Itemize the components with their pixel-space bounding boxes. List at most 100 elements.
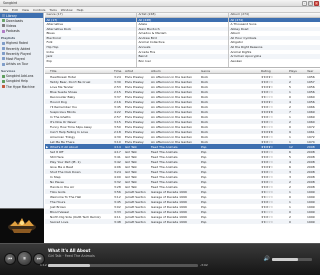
column-header-artist[interactable]: Artist xyxy=(124,69,150,73)
track-plays: 0 xyxy=(289,194,291,199)
menu-file[interactable]: File xyxy=(3,8,8,12)
volume-slider[interactable] xyxy=(272,258,312,261)
menu-tools[interactable]: Tools xyxy=(49,8,56,12)
menu-view[interactable]: View xyxy=(22,8,29,12)
column-header-plays[interactable]: Plays xyxy=(288,69,306,73)
track-row[interactable]: Just Brown 3:02 Jarrett Sexton Garage of De… xyxy=(45,204,320,209)
maximize-button[interactable]: □ xyxy=(308,1,313,6)
track-rating[interactable]: ★★★☆☆ xyxy=(260,115,288,119)
track-year: 2008 xyxy=(307,169,315,174)
track-rating[interactable]: ★★★★☆ xyxy=(260,75,288,79)
track-rating[interactable]: ★★☆☆☆ xyxy=(260,125,288,129)
track-rating[interactable]: ★★★★★ xyxy=(260,130,288,134)
track-rating[interactable]: ★★★★★ xyxy=(260,110,288,114)
track-row[interactable]: American Trilogy 4:30 Elvis Presley An Afte… xyxy=(45,134,320,139)
track-rating[interactable]: ★★☆☆☆ xyxy=(260,210,288,214)
track-rating[interactable]: ★★★☆☆ xyxy=(260,155,288,159)
track-row[interactable]: North Dig Side (OutR Tech Remix) 4:11 Jarr… xyxy=(45,214,320,219)
menu-help[interactable]: Help xyxy=(77,8,84,12)
track-row[interactable]: Blue Suede Shoes 2:15 Elvis Presley An Afte… xyxy=(45,89,320,94)
track-row[interactable]: Still Here 3:41 Girl Talk Feed The Animals P… xyxy=(45,154,320,159)
menu-window[interactable]: Window xyxy=(61,8,73,12)
track-row[interactable]: Suspicious Minds 4:22 Elvis Presley An Afte… xyxy=(45,109,320,114)
track-rating[interactable]: ★★☆☆☆ xyxy=(260,95,288,99)
minimize-button[interactable]: – xyxy=(302,1,307,6)
column-header-genre[interactable]: Genre xyxy=(200,69,260,73)
album-list-item[interactable]: Awoken xyxy=(229,59,320,64)
close-button[interactable]: × xyxy=(314,1,319,6)
track-artist: Elvis Presley xyxy=(125,129,144,134)
track-album: Feed The Animals xyxy=(151,184,178,189)
column-header-time[interactable]: Time xyxy=(113,69,124,73)
genre-list-item[interactable]: Pop xyxy=(45,59,136,64)
track-row[interactable]: Let Me Be There 3:10 Elvis Presley An After… xyxy=(45,139,320,144)
column-header-rating[interactable]: Rating xyxy=(260,69,288,73)
track-rating[interactable]: ★★★★☆ xyxy=(260,100,288,104)
track-row[interactable]: Can't Help Falling In Love 2:18 Elvis Pres… xyxy=(45,129,320,134)
track-rating[interactable]: ★★★☆☆ xyxy=(260,105,288,109)
track-row[interactable]: Blood Vessel 3:33 Jarrett Sexton Garage of … xyxy=(45,209,320,214)
track-row[interactable]: Play Your Part (Pt. 1) 3:42 Girl Talk Feed … xyxy=(45,159,320,164)
track-row[interactable]: Reconsider Baby 3:37 Elvis Presley An After… xyxy=(45,94,320,99)
track-row[interactable]: Welcome To The Hall 3:12 Jarrett Sexton Gar… xyxy=(45,194,320,199)
album-pane[interactable]: Album (274) All (274) A Thousand Suns Abbe… xyxy=(229,13,320,67)
track-rating[interactable]: ★★★★☆ xyxy=(260,165,288,169)
track-row[interactable]: Shut The Club Down 3:24 Girl Talk Feed The … xyxy=(45,169,320,174)
track-rating[interactable]: ★★★☆☆ xyxy=(260,160,288,164)
sidebar-service-the-hype-machine[interactable]: The Hype Machine xyxy=(0,84,43,89)
track-row[interactable]: Give Me A Beat 4:06 Girl Talk Feed The Anim… xyxy=(45,164,320,169)
artist-pane[interactable]: Artist (248) All (248) Adele Alexi Murdoch… xyxy=(137,13,229,67)
previous-button[interactable]: ⏮ xyxy=(4,253,16,265)
track-rating[interactable]: ★★☆☆☆ xyxy=(260,190,288,194)
track-row[interactable]: Tilos Gods 3:56 Jarrett Sexton Garage of De… xyxy=(45,189,320,194)
track-row[interactable]: Sacred Love 3:48 Jarrett Sexton Garage of D… xyxy=(45,219,320,224)
menu-controls[interactable]: Controls xyxy=(33,8,45,12)
track-rating[interactable]: ★★★☆☆ xyxy=(260,140,288,144)
column-header-album[interactable]: Album xyxy=(150,69,200,73)
menu-edit[interactable]: Edit xyxy=(12,8,18,12)
track-row[interactable]: Funny How Time Slips Away 3:50 Elvis Presl… xyxy=(45,124,320,129)
next-icon: ⏭ xyxy=(36,256,42,262)
track-row[interactable]: I'll Remember You 3:45 Elvis Presley An Aft… xyxy=(45,104,320,109)
track-rating[interactable]: ★★★☆☆ xyxy=(260,180,288,184)
column-header-year[interactable]: Year xyxy=(306,69,320,73)
track-row[interactable]: It's Now Or Never 3:15 Elvis Presley An Aft… xyxy=(45,119,320,124)
track-rating[interactable]: ★★★☆☆ xyxy=(260,150,288,154)
genre-pane[interactable]: Genre (17) All (17) Alternative Alternativ… xyxy=(45,13,137,67)
track-rating[interactable]: ★★★☆☆ xyxy=(260,135,288,139)
track-row[interactable]: Teddy Bear, Don't Be Cruel 3:30 Elvis Pres… xyxy=(45,79,320,84)
track-genre: Pop xyxy=(201,219,207,224)
artist-list-item[interactable]: Bon Iver xyxy=(137,59,228,64)
track-row[interactable]: Hands in the Air 3:28 Girl Talk Feed The An… xyxy=(45,184,320,189)
track-row[interactable]: No Pause 3:32 Girl Talk Feed The Animals Pop… xyxy=(45,179,320,184)
track-rating[interactable]: ★★★☆☆ xyxy=(260,175,288,179)
track-rating[interactable]: ★★☆☆☆ xyxy=(260,220,288,224)
track-rating[interactable]: ★★★☆☆ xyxy=(260,120,288,124)
track-row[interactable]: Hound Dog 2:16 Elvis Presley An Afternoon i… xyxy=(45,99,320,104)
track-rating[interactable]: ★★★☆☆ xyxy=(260,170,288,174)
track-rating[interactable]: ★★★☆☆ xyxy=(260,200,288,204)
track-rating[interactable]: ★★★☆☆ xyxy=(260,215,288,219)
track-row[interactable]: The Hours 3:45 Jarrett Sexton Garage of Dec… xyxy=(45,199,320,204)
seek-bar[interactable] xyxy=(48,264,198,267)
volume-slider-fill xyxy=(272,258,298,261)
list-icon xyxy=(2,74,5,78)
play-pause-button[interactable]: ⏸ xyxy=(17,251,32,266)
track-rating[interactable]: ★★★☆☆ xyxy=(260,90,288,94)
track-row[interactable]: Set It Off 4:17 Girl Talk Feed The Animals P… xyxy=(45,149,320,154)
track-row[interactable]: Heartbreak Hotel 3:24 Elvis Presley An Afte… xyxy=(45,74,320,79)
track-rating[interactable]: ★★★★☆ xyxy=(260,85,288,89)
track-row[interactable]: In The Ghetto 2:57 Elvis Presley An Afterno… xyxy=(45,114,320,119)
track-rating[interactable]: ★★☆☆☆ xyxy=(260,195,288,199)
track-row[interactable]: Love Me Tender 2:53 Elvis Presley An Aftern… xyxy=(45,84,320,89)
track-rating[interactable]: ★★★★☆ xyxy=(260,145,288,149)
track-rating[interactable]: ★★★☆☆ xyxy=(260,205,288,209)
track-row[interactable]: In Step 4:00 Girl Talk Feed The Animals Pop ★… xyxy=(45,174,320,179)
track-rating[interactable]: ★★★☆☆ xyxy=(260,185,288,189)
track-rating[interactable]: ★★★☆☆ xyxy=(260,80,288,84)
elapsed-time: 1:12 xyxy=(40,263,47,267)
column-header-title[interactable]: Title xyxy=(49,69,113,73)
track-year: 2008 xyxy=(307,174,315,179)
track-time: 4:14 xyxy=(114,144,121,149)
track-row[interactable]: ▶ What's It All About 4:14 Girl Talk Feed Th… xyxy=(45,144,320,149)
